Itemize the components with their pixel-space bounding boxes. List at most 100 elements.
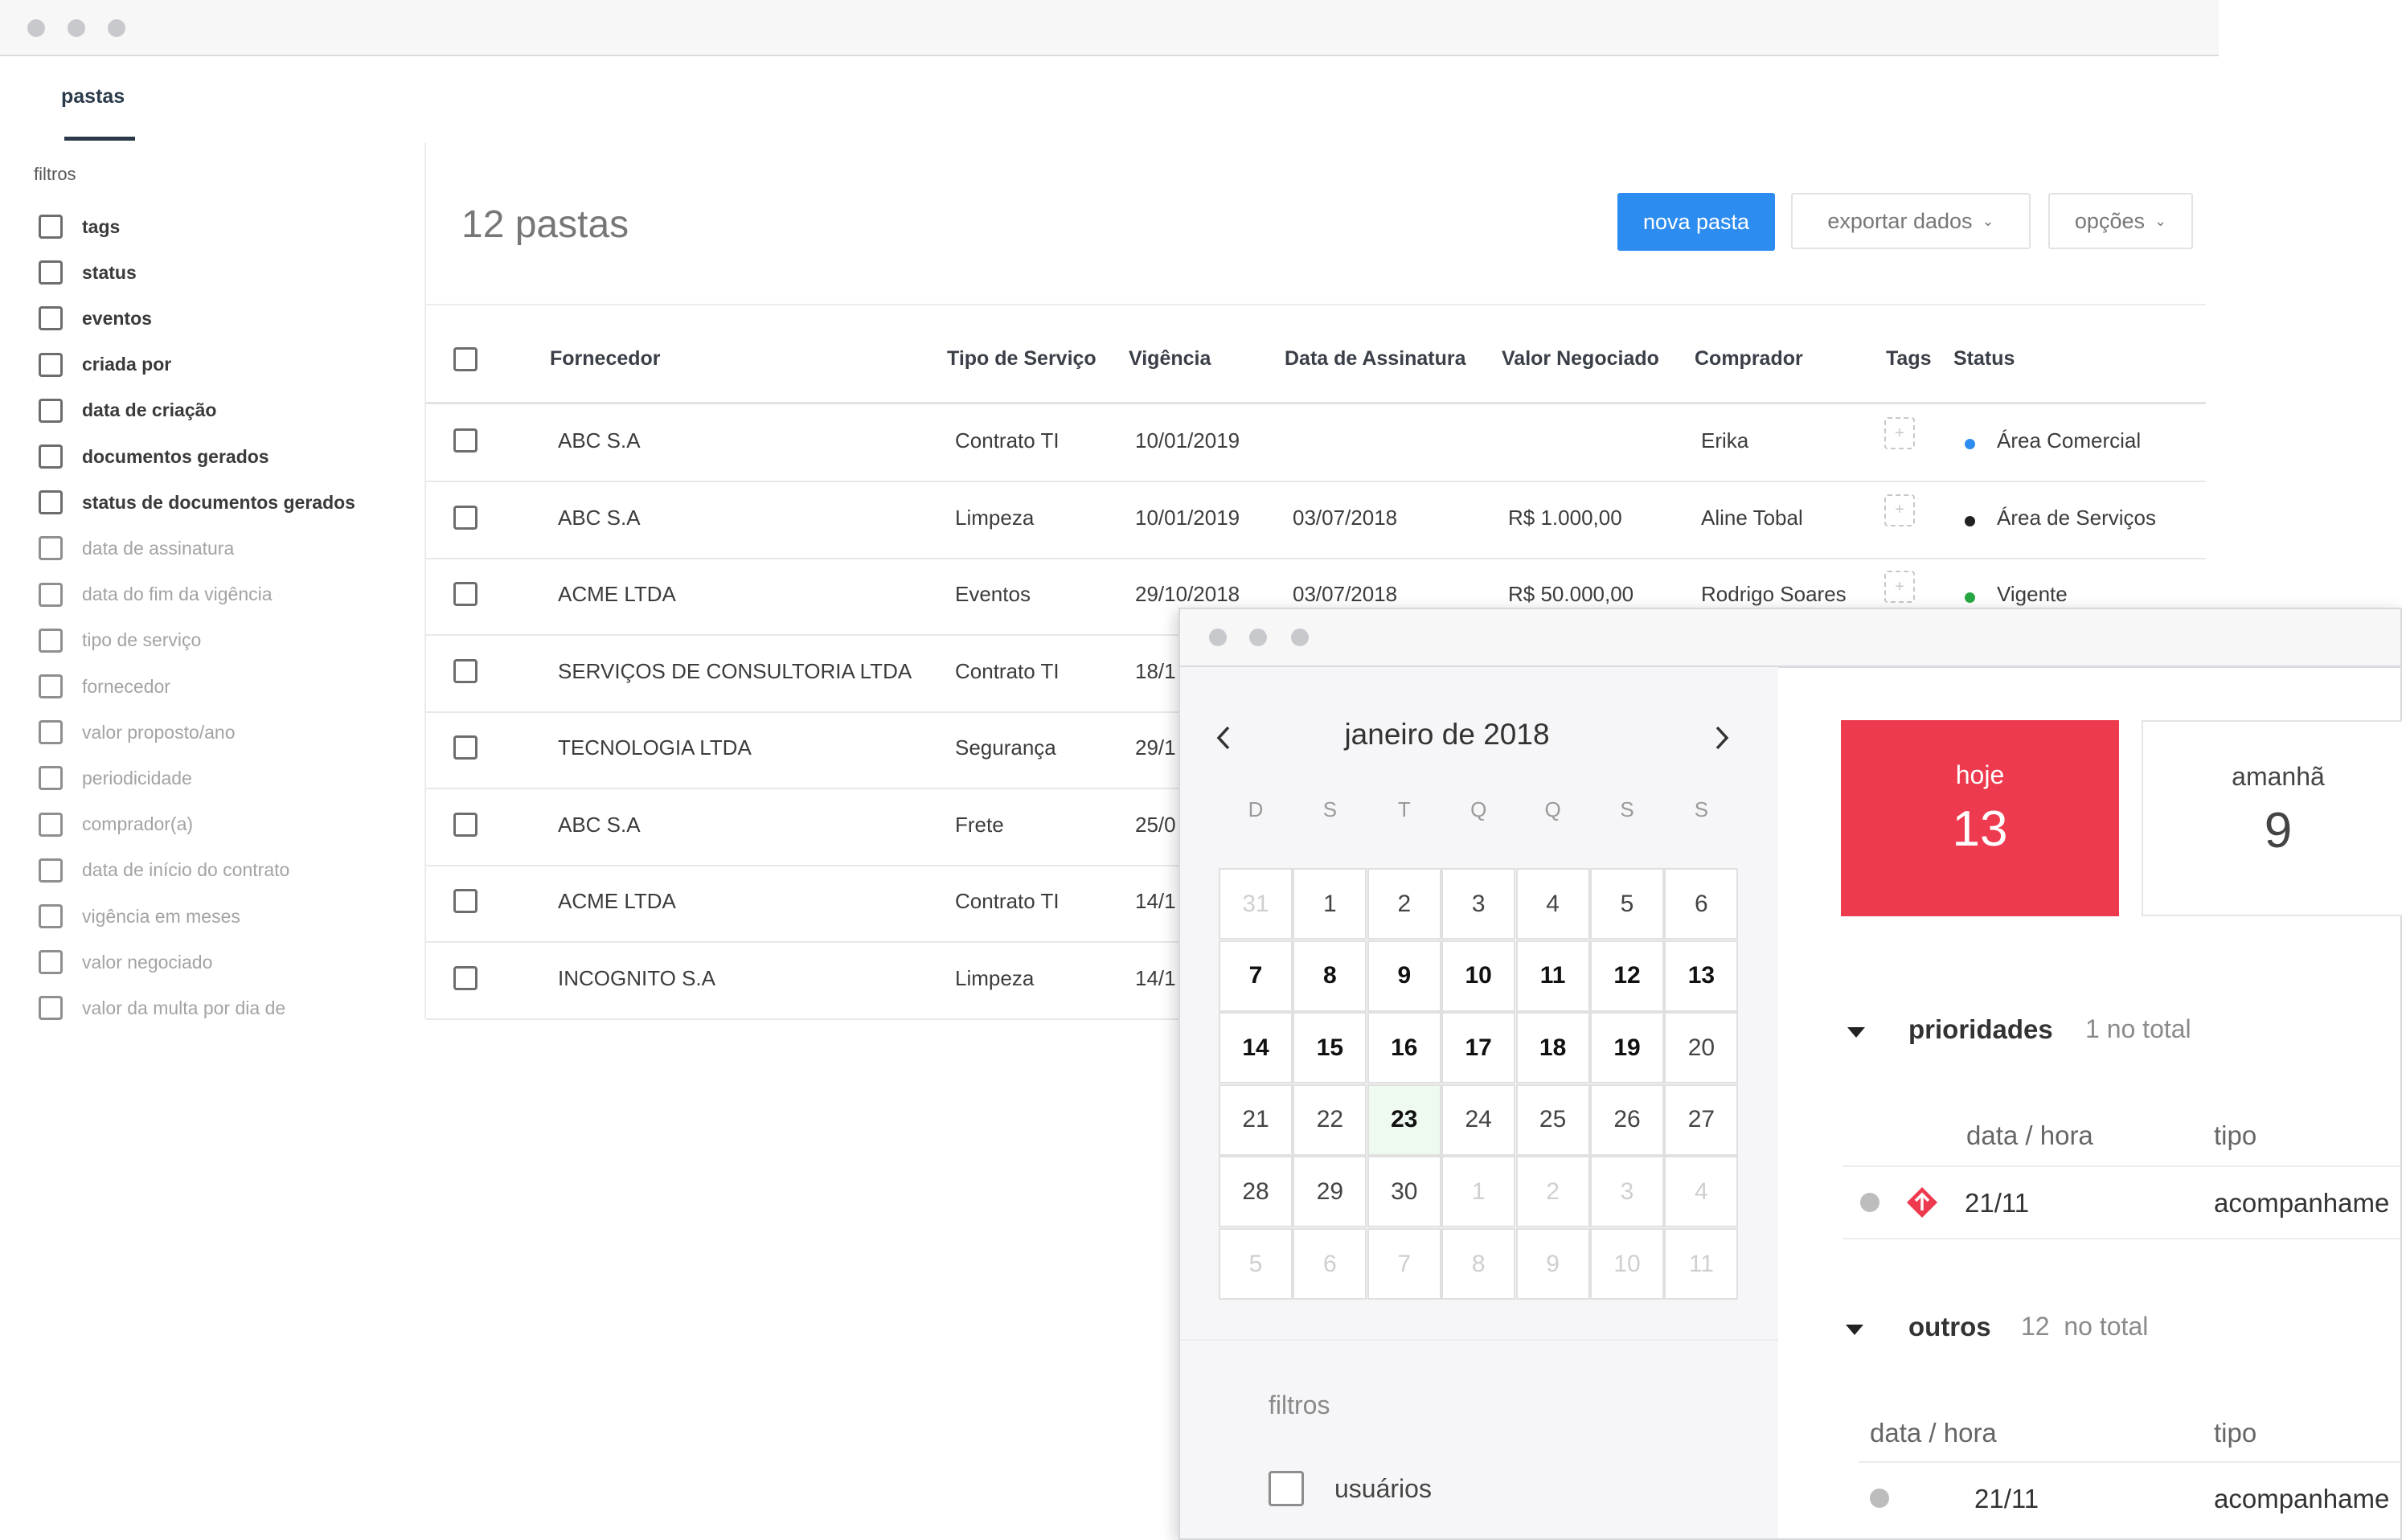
filter-item[interactable]: vigência em meses bbox=[39, 902, 240, 931]
filter-checkbox[interactable] bbox=[39, 858, 63, 883]
row-checkbox[interactable] bbox=[453, 889, 478, 913]
filter-checkbox[interactable] bbox=[39, 536, 63, 561]
column-header-vigencia[interactable]: Vigência bbox=[1129, 347, 1211, 371]
window-close-button[interactable] bbox=[1209, 629, 1227, 646]
tomorrow-card[interactable]: amanhã 9 bbox=[2142, 720, 2402, 916]
calendar-day[interactable]: 12 bbox=[1590, 940, 1664, 1012]
filter-checkbox[interactable] bbox=[39, 766, 63, 791]
window-minimize-button[interactable] bbox=[68, 19, 85, 37]
window-maximize-button[interactable] bbox=[1291, 629, 1309, 646]
calendar-day[interactable]: 3 bbox=[1590, 1156, 1664, 1228]
column-header-tipo-servico[interactable]: Tipo de Serviço bbox=[947, 347, 1096, 371]
calendar-day[interactable]: 11 bbox=[1515, 940, 1590, 1012]
calendar-day[interactable]: 8 bbox=[1293, 940, 1367, 1012]
row-checkbox[interactable] bbox=[453, 428, 478, 453]
calendar-day[interactable]: 25 bbox=[1515, 1083, 1590, 1156]
filter-item[interactable]: eventos bbox=[39, 304, 152, 333]
column-header-comprador[interactable]: Comprador bbox=[1695, 347, 1803, 371]
calendar-day[interactable]: 1 bbox=[1293, 868, 1367, 940]
collapse-prioridades-icon[interactable] bbox=[1847, 1027, 1865, 1038]
calendar-day[interactable]: 3 bbox=[1441, 868, 1516, 940]
column-header-status[interactable]: Status bbox=[1953, 347, 2015, 371]
calendar-day[interactable]: 11 bbox=[1664, 1228, 1739, 1300]
calendar-day[interactable]: 17 bbox=[1441, 1012, 1516, 1084]
window-minimize-button[interactable] bbox=[1249, 629, 1267, 646]
prioridade-date[interactable]: 21/11 bbox=[1965, 1188, 2029, 1218]
users-checkbox[interactable] bbox=[1269, 1471, 1304, 1506]
calendar-day[interactable]: 19 bbox=[1590, 1012, 1664, 1084]
filter-item[interactable]: periodicidade bbox=[39, 764, 192, 793]
outros-type[interactable]: acompanhame bbox=[2214, 1484, 2389, 1514]
calendar-day[interactable]: 21 bbox=[1219, 1083, 1293, 1156]
calendar-day[interactable]: 16 bbox=[1367, 1012, 1441, 1084]
filter-checkbox[interactable] bbox=[39, 306, 63, 331]
calendar-day[interactable]: 26 bbox=[1590, 1083, 1664, 1156]
calendar-day[interactable]: 5 bbox=[1219, 1228, 1293, 1300]
prioridade-type[interactable]: acompanhame bbox=[2214, 1188, 2389, 1218]
options-button[interactable]: opções ⌄ bbox=[2048, 193, 2193, 249]
filter-item[interactable]: valor proposto/ano bbox=[39, 718, 236, 747]
add-tag-button[interactable]: + bbox=[1884, 571, 1915, 603]
table-row[interactable]: ABC S.A Contrato TI 10/01/2019 Erika Área Co… bbox=[426, 404, 2206, 482]
users-filter[interactable]: usuários bbox=[1269, 1471, 1432, 1506]
calendar-day[interactable]: 14 bbox=[1219, 1012, 1293, 1084]
row-checkbox[interactable] bbox=[453, 505, 478, 530]
row-checkbox[interactable] bbox=[453, 582, 478, 606]
table-row[interactable]: ABC S.A Limpeza 10/01/2019 03/07/2018 R$ 1.0… bbox=[426, 481, 2206, 559]
calendar-day[interactable]: 18 bbox=[1515, 1012, 1590, 1084]
filter-checkbox[interactable] bbox=[39, 444, 63, 469]
filter-checkbox[interactable] bbox=[39, 996, 63, 1021]
calendar-day[interactable]: 29 bbox=[1293, 1156, 1367, 1228]
window-maximize-button[interactable] bbox=[108, 19, 125, 37]
collapse-outros-icon[interactable] bbox=[1846, 1325, 1863, 1335]
calendar-day[interactable]: 31 bbox=[1219, 868, 1293, 940]
today-card[interactable]: hoje 13 bbox=[1841, 720, 2119, 916]
calendar-day[interactable]: 9 bbox=[1515, 1228, 1590, 1300]
filter-checkbox[interactable] bbox=[39, 628, 63, 653]
calendar-day[interactable]: 15 bbox=[1293, 1012, 1367, 1084]
filter-checkbox[interactable] bbox=[39, 398, 63, 423]
calendar-day[interactable]: 30 bbox=[1367, 1156, 1441, 1228]
calendar-day-selected[interactable]: 23 bbox=[1367, 1083, 1441, 1156]
filter-item[interactable]: criada por bbox=[39, 350, 171, 379]
filter-checkbox[interactable] bbox=[39, 215, 63, 239]
row-checkbox[interactable] bbox=[453, 812, 478, 837]
filter-item[interactable]: comprador(a) bbox=[39, 810, 193, 839]
column-header-tags[interactable]: Tags bbox=[1886, 347, 1932, 371]
filter-checkbox[interactable] bbox=[39, 260, 63, 285]
calendar-day[interactable]: 4 bbox=[1664, 1156, 1739, 1228]
add-tag-button[interactable]: + bbox=[1884, 494, 1915, 526]
filter-checkbox[interactable] bbox=[39, 720, 63, 745]
filter-checkbox[interactable] bbox=[39, 674, 63, 698]
filter-item[interactable]: status bbox=[39, 258, 137, 287]
filter-checkbox[interactable] bbox=[39, 352, 63, 377]
calendar-day[interactable]: 27 bbox=[1664, 1083, 1739, 1156]
calendar-day[interactable]: 13 bbox=[1664, 940, 1739, 1012]
filter-item[interactable]: tags bbox=[39, 212, 120, 241]
row-checkbox[interactable] bbox=[453, 658, 478, 683]
calendar-day[interactable]: 1 bbox=[1441, 1156, 1516, 1228]
calendar-day[interactable]: 20 bbox=[1664, 1012, 1739, 1084]
filter-checkbox[interactable] bbox=[39, 582, 63, 607]
filter-checkbox[interactable] bbox=[39, 490, 63, 515]
filter-checkbox[interactable] bbox=[39, 950, 63, 975]
calendar-day[interactable]: 4 bbox=[1515, 868, 1590, 940]
calendar-day[interactable]: 6 bbox=[1293, 1228, 1367, 1300]
filter-item[interactable]: valor da multa por dia de bbox=[39, 993, 285, 1022]
filter-item[interactable]: tipo de serviço bbox=[39, 626, 201, 655]
calendar-day[interactable]: 24 bbox=[1441, 1083, 1516, 1156]
next-month-button[interactable] bbox=[1703, 719, 1741, 757]
filter-item[interactable]: data de início do contrato bbox=[39, 856, 289, 885]
column-header-data-assinatura[interactable]: Data de Assinatura bbox=[1285, 347, 1466, 371]
filter-checkbox[interactable] bbox=[39, 812, 63, 837]
filter-item[interactable]: data de criação bbox=[39, 396, 216, 425]
calendar-day[interactable]: 10 bbox=[1590, 1228, 1664, 1300]
calendar-day[interactable]: 9 bbox=[1367, 940, 1441, 1012]
new-folder-button[interactable]: nova pasta bbox=[1617, 193, 1775, 251]
row-checkbox[interactable] bbox=[453, 965, 478, 990]
outros-date[interactable]: 21/11 bbox=[1974, 1484, 2039, 1514]
calendar-day[interactable]: 7 bbox=[1219, 940, 1293, 1012]
filter-checkbox[interactable] bbox=[39, 904, 63, 928]
filter-item[interactable]: fornecedor bbox=[39, 672, 170, 701]
calendar-day[interactable]: 22 bbox=[1293, 1083, 1367, 1156]
